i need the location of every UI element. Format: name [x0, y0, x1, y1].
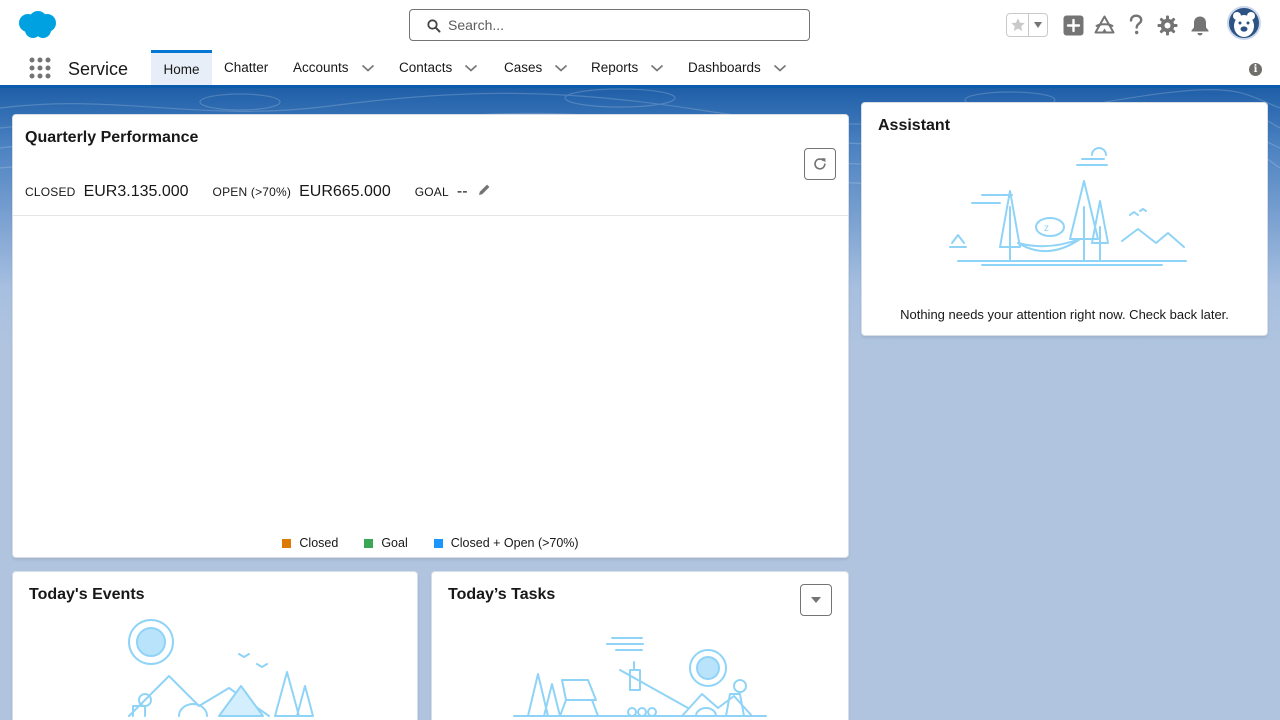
open-value: EUR665.000 — [299, 183, 391, 200]
tab-dashboards[interactable]: Dashboards — [688, 50, 787, 85]
legend-item-closed-open: Closed + Open (>70%) — [433, 536, 579, 550]
tab-accounts[interactable]: Accounts — [293, 50, 375, 85]
tab-reports[interactable]: Reports — [591, 50, 664, 85]
tab-contacts[interactable]: Contacts — [399, 50, 478, 85]
legend-label: Goal — [381, 536, 408, 550]
todays-events-card: Today's Events — [12, 571, 418, 720]
tab-label: Chatter — [224, 60, 269, 75]
card-title: Assistant — [878, 117, 951, 134]
legend-label: Closed — [299, 536, 339, 550]
tab-cases[interactable]: Cases — [504, 50, 568, 85]
global-header — [0, 0, 1280, 50]
trailhead-icon[interactable] — [1094, 15, 1115, 35]
tab-home[interactable]: Home — [151, 50, 212, 85]
chevron-down-icon[interactable] — [773, 64, 787, 72]
chart-legend: Closed Goal Closed + Open (>70%) — [13, 536, 848, 550]
salesforce-logo[interactable] — [16, 10, 58, 40]
assistant-card: Assistant z Nothing needs your attention… — [861, 102, 1268, 336]
bear-avatar-icon — [1233, 12, 1255, 37]
chevron-down-icon[interactable] — [361, 64, 375, 72]
notifications-bell-icon[interactable] — [1190, 15, 1210, 36]
tasks-menu-button[interactable] — [800, 584, 832, 616]
legend-swatch — [364, 538, 374, 548]
navigation-bar: Service Home Chatter Accounts Contacts C… — [0, 50, 1280, 88]
goal-value: -- — [456, 183, 468, 200]
open-label: OPEN (>70%) — [212, 185, 292, 199]
camping-illustration-icon — [128, 619, 314, 717]
favorites-star-icon[interactable] — [1007, 14, 1030, 36]
search-icon — [427, 19, 441, 33]
tab-label: Accounts — [293, 60, 349, 75]
assistant-message: Nothing needs your attention right now. … — [900, 307, 1229, 322]
divider — [13, 215, 848, 216]
closed-label: CLOSED — [25, 185, 76, 199]
global-search[interactable] — [409, 9, 810, 41]
svg-text:z: z — [1044, 223, 1049, 234]
favorites-dropdown-icon[interactable] — [1029, 14, 1047, 36]
tab-label: Contacts — [399, 60, 453, 75]
legend-label: Closed + Open (>70%) — [450, 536, 579, 550]
closed-value: EUR3.135.000 — [83, 183, 189, 200]
avatar[interactable] — [1227, 6, 1261, 40]
tab-label: Dashboards — [688, 60, 761, 75]
app-launcher-icon[interactable] — [29, 57, 51, 79]
card-title: Today’s Tasks — [448, 586, 556, 603]
legend-item-closed: Closed — [282, 536, 338, 550]
chevron-down-icon — [811, 597, 821, 603]
refresh-button[interactable] — [804, 148, 836, 180]
help-icon[interactable] — [1127, 14, 1145, 36]
hammock-illustration-icon: z — [949, 147, 1187, 266]
tab-label: Home — [163, 61, 200, 77]
card-title: Quarterly Performance — [25, 129, 199, 146]
card-title: Today's Events — [29, 586, 145, 603]
chevron-down-icon[interactable] — [554, 64, 568, 72]
legend-swatch — [433, 538, 443, 548]
tab-label: Reports — [591, 60, 639, 75]
chevron-down-icon[interactable] — [464, 64, 478, 72]
tab-label: Cases — [504, 60, 543, 75]
tab-chatter[interactable]: Chatter — [224, 50, 268, 85]
info-icon[interactable]: i — [1249, 63, 1262, 76]
todays-tasks-card: Today’s Tasks — [431, 571, 849, 720]
legend-item-goal: Goal — [364, 536, 408, 550]
edit-pencil-icon[interactable] — [478, 183, 491, 196]
setup-gear-icon[interactable] — [1157, 15, 1178, 36]
campfire-illustration-icon — [513, 637, 767, 717]
refresh-icon — [814, 158, 826, 170]
favorites-group[interactable] — [1006, 13, 1048, 37]
add-icon[interactable] — [1063, 15, 1084, 36]
goal-label: GOAL — [414, 185, 449, 199]
quarterly-performance-card: Quarterly Performance CLOSED EUR3.135.00… — [12, 114, 849, 558]
legend-swatch — [282, 538, 292, 548]
app-name: Service — [68, 59, 129, 79]
search-input[interactable] — [448, 15, 798, 35]
chevron-down-icon[interactable] — [650, 64, 664, 72]
performance-metrics: CLOSED EUR3.135.000 OPEN (>70%) EUR665.0… — [25, 183, 491, 203]
